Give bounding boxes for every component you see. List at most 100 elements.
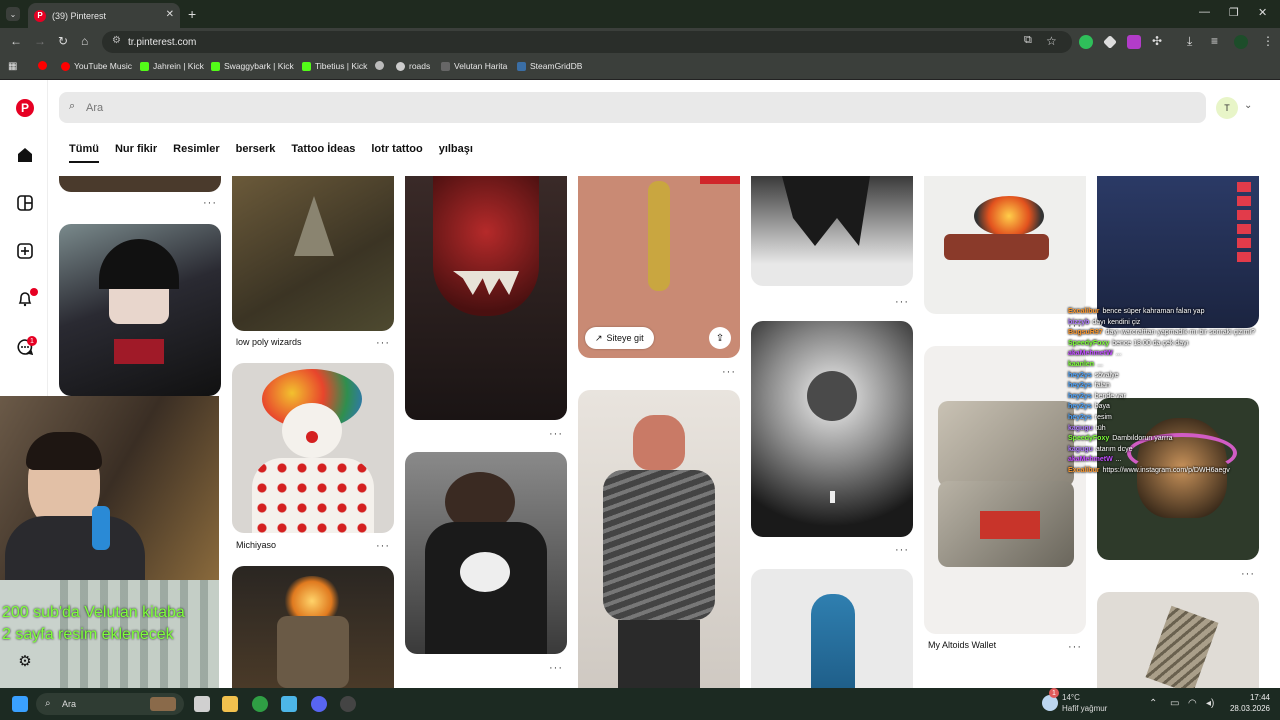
pin-more-icon[interactable]: ··· xyxy=(549,428,563,440)
install-app-icon[interactable]: ⧉ xyxy=(1024,34,1032,47)
tab-nur-fikir[interactable]: Nur fikir xyxy=(115,143,157,163)
volume-icon[interactable]: ◂) xyxy=(1206,698,1214,709)
system-clock[interactable]: 17:44 28.03.2026 xyxy=(1226,692,1270,714)
share-icon[interactable]: ⇪ xyxy=(709,327,731,349)
pin-card-leather-jacket[interactable] xyxy=(405,452,567,654)
network-icon[interactable]: ▭ xyxy=(1170,698,1179,709)
pin-card-dog-headphones[interactable] xyxy=(1097,398,1259,560)
home-icon[interactable]: ⌂ xyxy=(81,34,88,48)
pin-card-sun-creature[interactable] xyxy=(751,321,913,537)
pin-more-icon[interactable]: ··· xyxy=(1241,568,1255,580)
pin-more-icon[interactable]: ··· xyxy=(722,366,736,378)
pin-card-altoids-wallet[interactable] xyxy=(924,346,1086,634)
site-info-icon[interactable]: ⚙ xyxy=(112,35,121,46)
chrome-icon[interactable] xyxy=(252,696,268,712)
chat-text: resim xyxy=(1094,414,1112,421)
pin-image-clown-costume xyxy=(252,458,374,533)
search-bar[interactable]: ⌕ Ara xyxy=(59,92,1206,123)
pin-more-icon[interactable]: ··· xyxy=(1068,641,1082,653)
pin-more-icon[interactable]: ··· xyxy=(376,540,390,552)
bookmark-globe[interactable] xyxy=(375,61,384,70)
bookmark-swaggybark[interactable]: Swaggybark | Kick xyxy=(211,61,294,71)
browser-menu-icon[interactable]: ⋮ xyxy=(1262,34,1274,48)
tab-tattoo-ideas[interactable]: Tattoo İdeas xyxy=(291,143,355,163)
webcam-hair xyxy=(26,432,102,470)
tab-resimler[interactable]: Resimler xyxy=(173,143,219,163)
pin-card-samurai-armor[interactable] xyxy=(578,390,740,688)
close-tab-icon[interactable]: ✕ xyxy=(166,9,174,20)
address-bar[interactable]: ⚙ tr.pinterest.com xyxy=(102,31,1072,53)
pin-more-icon[interactable]: ··· xyxy=(549,662,563,674)
create-icon[interactable] xyxy=(16,242,34,260)
tab-all[interactable]: Tümü xyxy=(69,143,99,163)
bookmark-star-icon[interactable]: ☆ xyxy=(1046,34,1057,48)
tray-chevron-up-icon[interactable]: ⌃ xyxy=(1149,698,1157,709)
adblock-extension-icon[interactable] xyxy=(1079,35,1093,49)
bookmark-velutan-harita[interactable]: Velutan Harita xyxy=(441,61,507,71)
discord-icon[interactable] xyxy=(311,696,327,712)
board-tabs: Tümü Nur fikir Resimler berserk Tattoo İ… xyxy=(69,143,473,163)
pin-card-burning-car[interactable] xyxy=(924,176,1086,314)
tab-berserk[interactable]: berserk xyxy=(236,143,276,163)
pin-more-icon[interactable]: ··· xyxy=(895,544,909,556)
pin-image-creature-core xyxy=(807,371,857,421)
tab-pinterest[interactable]: P (39) Pinterest ✕ xyxy=(28,3,180,28)
settings-gear-icon[interactable]: ⚙ xyxy=(16,652,34,670)
pin-more-icon[interactable]: ··· xyxy=(376,337,390,349)
reading-list-icon[interactable]: ≡ xyxy=(1211,34,1218,48)
forward-icon[interactable]: → xyxy=(34,34,46,48)
pin-card-japanese-poster[interactable] xyxy=(1097,176,1259,328)
pin-card-dark-knight-girl[interactable] xyxy=(59,224,221,396)
apps-grid-icon[interactable]: ▦ xyxy=(8,61,17,72)
wifi-icon[interactable]: ◠ xyxy=(1188,698,1197,709)
bookmark-jahrein[interactable]: Jahrein | Kick xyxy=(140,61,204,71)
extension-diamond-icon[interactable] xyxy=(1103,35,1117,49)
minimize-icon[interactable]: — xyxy=(1199,6,1210,18)
bookmark-youtube-music[interactable]: YouTube Music xyxy=(61,61,132,71)
explore-icon[interactable] xyxy=(16,194,34,212)
chat-username: hey2ys xyxy=(1068,403,1092,411)
extension-purple-icon[interactable] xyxy=(1127,35,1141,49)
task-view-icon[interactable] xyxy=(194,696,210,712)
restore-icon[interactable]: ❐ xyxy=(1229,6,1239,19)
obs-icon[interactable] xyxy=(340,696,356,712)
file-explorer-icon[interactable] xyxy=(222,696,238,712)
pin-card[interactable] xyxy=(59,176,221,192)
account-chevron-down-icon[interactable]: ⌄ xyxy=(1244,100,1252,111)
reload-icon[interactable]: ↻ xyxy=(58,34,68,48)
search-icon: ⌕ xyxy=(69,100,76,112)
extensions-puzzle-icon[interactable]: ✣ xyxy=(1152,34,1162,48)
weather-widget[interactable]: 14°C Hafif yağmur xyxy=(1062,692,1107,714)
pin-card-clown[interactable] xyxy=(232,363,394,533)
weather-temperature: 14°C xyxy=(1062,693,1080,702)
bookmark-youtube[interactable] xyxy=(38,61,47,70)
windows-start-icon[interactable] xyxy=(12,696,28,712)
tab-yilbasi[interactable]: yılbaşı xyxy=(439,143,473,163)
pin-card-burning-mask[interactable] xyxy=(232,566,394,688)
tab-search-button[interactable]: ⌄ xyxy=(6,7,20,21)
app-icon[interactable] xyxy=(281,696,297,712)
home-icon[interactable] xyxy=(16,146,34,164)
pinterest-logo-icon[interactable]: P xyxy=(16,99,34,117)
bookmark-steamgriddb[interactable]: SteamGridDB xyxy=(517,61,582,71)
pin-card-low-poly-wizards[interactable] xyxy=(232,176,394,331)
taskbar-search[interactable]: ⌕ Ara xyxy=(36,693,184,715)
pin-card-beetle[interactable] xyxy=(751,569,913,688)
pin-more-icon[interactable]: ··· xyxy=(203,197,217,209)
pin-card-rope-sculpture[interactable] xyxy=(1097,592,1259,688)
bookmark-tibetius[interactable]: Tibetius | Kick xyxy=(302,61,367,71)
bookmark-roads[interactable]: roads xyxy=(396,61,430,71)
pin-more-icon[interactable]: ··· xyxy=(895,296,909,308)
tab-lotr-tattoo[interactable]: lotr tattoo xyxy=(371,143,422,163)
pin-card-oni-mask[interactable] xyxy=(405,176,567,420)
pin-card-horse-sketch[interactable] xyxy=(751,176,913,286)
promo-text-line-2: 2 sayfa resim eklenecek xyxy=(2,626,174,643)
new-tab-button[interactable]: + xyxy=(188,6,196,22)
back-icon[interactable]: ← xyxy=(10,34,22,48)
user-avatar[interactable]: T xyxy=(1216,97,1238,119)
chat-username: kaanlen xyxy=(1068,361,1095,368)
download-icon[interactable]: ⤓ xyxy=(1187,34,1192,49)
profile-avatar-icon[interactable] xyxy=(1234,35,1248,49)
close-window-icon[interactable]: ✕ xyxy=(1258,6,1267,19)
visit-site-button[interactable]: ↗ Siteye git xyxy=(585,327,654,349)
